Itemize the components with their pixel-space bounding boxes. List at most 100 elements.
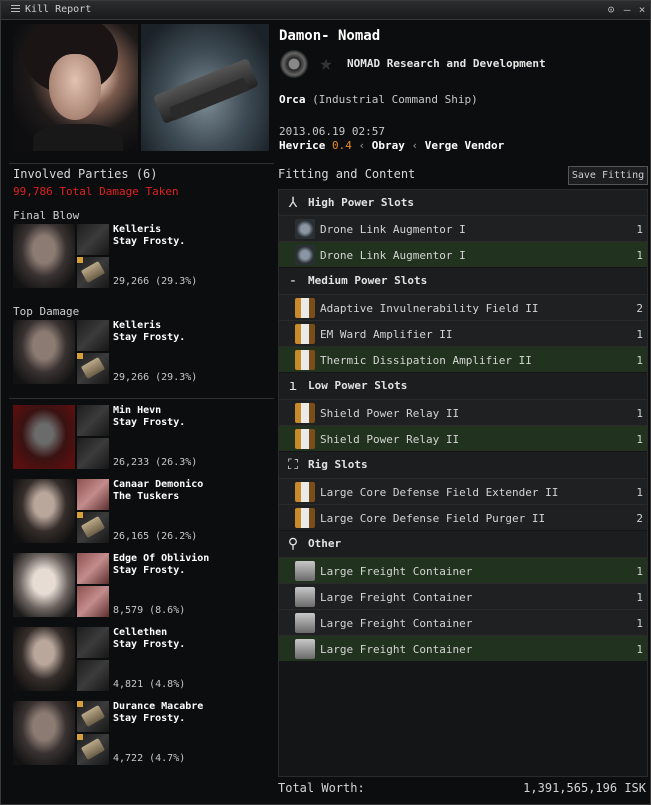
list-item[interactable]: Thermic Dissipation Amplifier II 1: [279, 346, 647, 372]
attacker-row[interactable]: Canaar Demonico The Tuskers 26,165 (26.2…: [13, 479, 273, 545]
ship-icon[interactable]: [77, 627, 109, 658]
attacker-row[interactable]: Min Hevn Stay Frosty. 26,233 (26.3%): [13, 405, 273, 471]
attacker-row[interactable]: Durance Macabre Stay Frosty. 4,722 (4.7%…: [13, 701, 273, 767]
section-header-medium: -- Medium Power Slots: [279, 268, 647, 305]
save-fitting-button[interactable]: Save Fitting: [568, 166, 648, 185]
attacker-name[interactable]: Kelleris: [113, 224, 161, 235]
item-name: EM Ward Amplifier II: [320, 328, 453, 341]
attacker-name[interactable]: Min Hevn: [113, 405, 161, 416]
ship-name[interactable]: Orca: [279, 93, 306, 106]
ship-icon[interactable]: [77, 553, 109, 584]
list-item[interactable]: Drone Link Augmentor I 1: [279, 241, 647, 267]
avatar[interactable]: [13, 405, 75, 469]
avatar[interactable]: [13, 320, 75, 384]
attacker-corp[interactable]: Stay Frosty.: [113, 565, 185, 576]
ship-icon[interactable]: [77, 405, 109, 436]
list-item[interactable]: Shield Power Relay II 1: [279, 425, 647, 451]
ship-icon[interactable]: [77, 586, 109, 617]
rig-icon: [295, 482, 315, 502]
list-item[interactable]: Large Core Defense Field Purger II 2: [279, 504, 647, 530]
corporation-logo-icon[interactable]: [280, 50, 308, 78]
ship-icon[interactable]: [77, 320, 109, 351]
ship-class: (Industrial Command Ship): [312, 93, 478, 106]
ship-icon[interactable]: [77, 438, 109, 469]
attacker-name[interactable]: Kelleris: [113, 320, 161, 331]
list-item[interactable]: Shield Power Relay II 1: [279, 399, 647, 425]
avatar[interactable]: [13, 627, 75, 691]
title-bar[interactable]: Kill Report ⊙ – ×: [1, 1, 650, 20]
system-name[interactable]: Hevrice: [279, 139, 325, 152]
attacker-damage: 26,165 (26.2%): [113, 531, 198, 542]
corporation-name[interactable]: NOMAD Research and Development: [347, 57, 546, 70]
ship-icon[interactable]: [77, 660, 109, 691]
weapon-icon[interactable]: [77, 734, 109, 765]
item-qty: 1: [636, 354, 643, 367]
avatar[interactable]: [13, 479, 75, 543]
attacker-name[interactable]: Canaar Demonico: [113, 479, 203, 490]
low-slot-icon: ı: [288, 378, 298, 394]
attacker-damage: 29,266 (29.3%): [113, 372, 198, 383]
ship-image[interactable]: [141, 24, 269, 151]
list-item[interactable]: Adaptive Invulnerability Field II 2: [279, 294, 647, 320]
item-name: Large Freight Container: [320, 591, 473, 604]
section-header-high: ⅄ High Power Slots: [279, 190, 647, 216]
list-item[interactable]: Large Core Defense Field Extender II 1: [279, 478, 647, 504]
total-worth-label: Total Worth:: [278, 781, 365, 795]
section-label: Rig Slots: [308, 458, 368, 471]
mid-slot-icon: --: [288, 273, 298, 305]
module-icon: [295, 350, 315, 370]
close-icon[interactable]: ×: [635, 3, 649, 17]
rig-slot-icon: ⛶: [288, 457, 298, 473]
section-label: Low Power Slots: [308, 379, 408, 392]
avatar[interactable]: [13, 553, 75, 617]
item-name: Large Freight Container: [320, 565, 473, 578]
region-name[interactable]: Verge Vendor: [425, 139, 504, 152]
weapon-icon[interactable]: [77, 512, 109, 543]
kill-report-window: Kill Report ⊙ – × Damon- Nomad ★ NOMAD R…: [0, 0, 651, 805]
list-item[interactable]: Large Freight Container 1: [279, 583, 647, 609]
attacker-top-damage[interactable]: Kelleris Stay Frosty. 29,266 (29.3%): [13, 320, 273, 386]
weapon-icon[interactable]: [77, 257, 109, 288]
avatar[interactable]: [13, 701, 75, 765]
container-icon: [295, 613, 315, 633]
minimize-icon[interactable]: –: [620, 3, 634, 17]
constellation-name[interactable]: Obray: [372, 139, 405, 152]
list-item[interactable]: Large Freight Container 1: [279, 609, 647, 635]
weapon-icon[interactable]: [77, 353, 109, 384]
kill-timestamp: 2013.06.19 02:57: [279, 125, 385, 138]
fitting-title: Fitting and Content: [278, 167, 416, 181]
attacker-corp[interactable]: Stay Frosty.: [113, 332, 185, 343]
victim-portrait[interactable]: [13, 24, 138, 151]
item-qty: 1: [636, 617, 643, 630]
drone-link-icon: [295, 219, 315, 239]
attacker-name[interactable]: Cellethen: [113, 627, 167, 638]
ship-icon[interactable]: [77, 479, 109, 510]
attacker-corp[interactable]: The Tuskers: [113, 491, 179, 502]
attacker-corp[interactable]: Stay Frosty.: [113, 639, 185, 650]
avatar[interactable]: [13, 224, 75, 288]
item-name: Large Freight Container: [320, 617, 473, 630]
attacker-name[interactable]: Edge Of Oblivion: [113, 553, 209, 564]
list-item[interactable]: Large Freight Container 1: [279, 635, 647, 661]
attacker-row[interactable]: Edge Of Oblivion Stay Frosty. 8,579 (8.6…: [13, 553, 273, 619]
attacker-corp[interactable]: Stay Frosty.: [113, 236, 185, 247]
weapon-icon[interactable]: [77, 701, 109, 732]
section-label: Medium Power Slots: [308, 274, 428, 287]
window-menu-icon[interactable]: [11, 5, 20, 14]
ship-icon[interactable]: [77, 224, 109, 255]
item-name: Large Freight Container: [320, 643, 473, 656]
attacker-corp[interactable]: Stay Frosty.: [113, 713, 185, 724]
victim-name[interactable]: Damon- Nomad: [279, 28, 380, 44]
item-name: Drone Link Augmentor I: [320, 249, 466, 262]
list-item[interactable]: Drone Link Augmentor I 1: [279, 215, 647, 241]
attacker-row[interactable]: Cellethen Stay Frosty. 4,821 (4.8%): [13, 627, 273, 693]
list-item[interactable]: EM Ward Amplifier II 1: [279, 320, 647, 346]
attacker-final-blow[interactable]: Kelleris Stay Frosty. 29,266 (29.3%): [13, 224, 273, 290]
info-icon[interactable]: ⊙: [604, 3, 618, 17]
attacker-name[interactable]: Durance Macabre: [113, 701, 203, 712]
attacker-corp[interactable]: Stay Frosty.: [113, 417, 185, 428]
list-item[interactable]: Large Freight Container 1: [279, 557, 647, 583]
item-name: Large Core Defense Field Purger II: [320, 512, 546, 525]
top-damage-label: Top Damage: [13, 305, 80, 318]
section-label: High Power Slots: [308, 196, 414, 209]
